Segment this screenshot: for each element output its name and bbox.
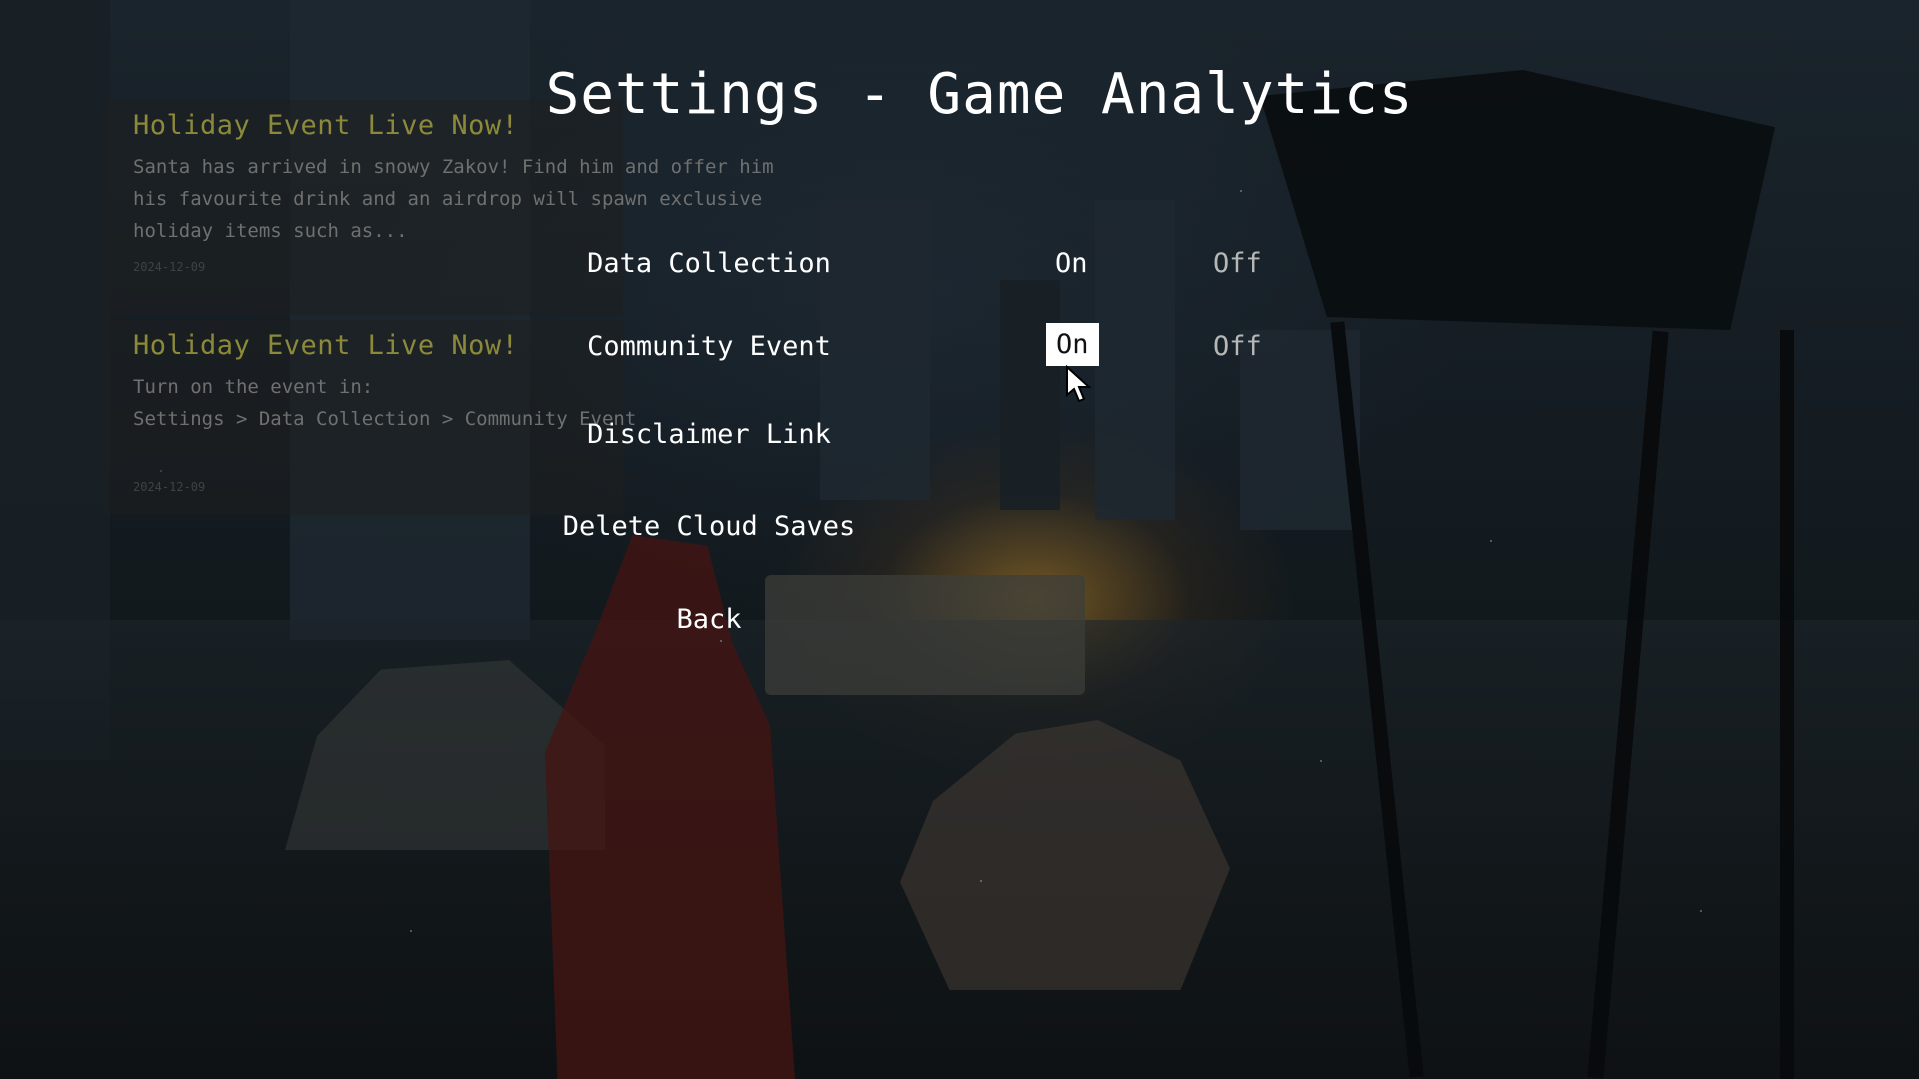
- news-line: Turn on the event in:: [133, 376, 374, 398]
- disclaimer-link-button[interactable]: Disclaimer Link: [529, 419, 889, 450]
- data-collection-on-option[interactable]: On: [1055, 248, 1088, 279]
- news-date: 2024-12-09: [133, 480, 206, 494]
- delete-cloud-saves-button[interactable]: Delete Cloud Saves: [529, 511, 889, 542]
- news-line: Santa has arrived in snowy Zakov! Find h…: [133, 156, 774, 178]
- data-collection-label: Data Collection: [587, 248, 831, 279]
- community-event-on-option[interactable]: On: [1046, 323, 1099, 366]
- page-title: Settings - Game Analytics: [545, 62, 1414, 127]
- back-button[interactable]: Back: [529, 604, 889, 635]
- community-event-label: Community Event: [587, 331, 831, 362]
- data-collection-off-option[interactable]: Off: [1213, 248, 1262, 279]
- news-date: 2024-12-09: [133, 260, 206, 274]
- mouse-cursor-icon: [1066, 365, 1092, 403]
- community-event-off-option[interactable]: Off: [1213, 331, 1262, 362]
- news-body: Santa has arrived in snowy Zakov! Find h…: [133, 151, 774, 247]
- news-line: his favourite drink and an airdrop will …: [133, 188, 763, 210]
- news-title: Holiday Event Live Now!: [133, 330, 519, 361]
- game-scene: Holiday Event Live Now! Santa has arrive…: [0, 0, 1919, 1079]
- news-line: holiday items such as...: [133, 220, 408, 242]
- news-card[interactable]: Holiday Event Live Now! Santa has arrive…: [103, 100, 774, 315]
